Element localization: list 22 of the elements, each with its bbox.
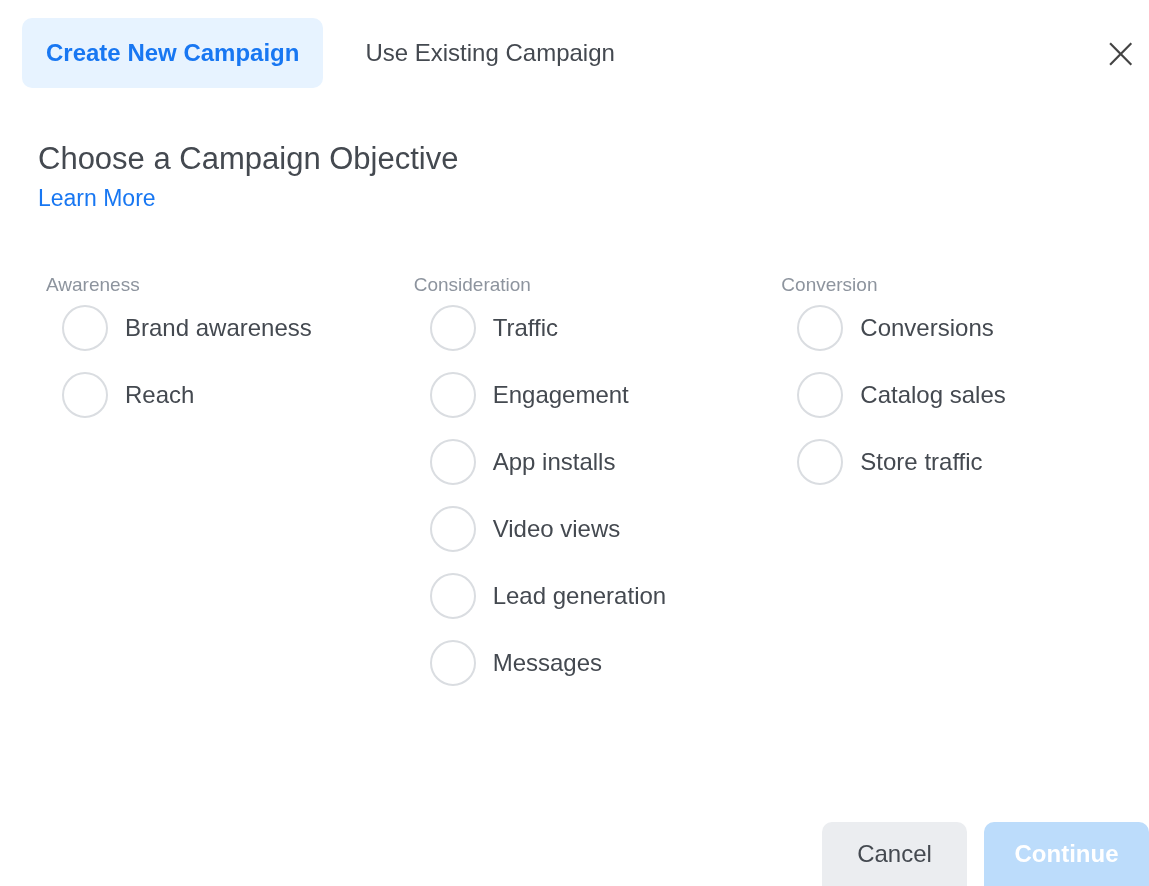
cancel-button[interactable]: Cancel xyxy=(822,822,967,886)
tab[interactable]: Use Existing Campaign xyxy=(331,18,649,88)
group-heading: Consideration xyxy=(413,273,532,298)
objective-option[interactable]: Traffic xyxy=(429,305,782,352)
objective-option[interactable]: Lead generation xyxy=(429,573,782,620)
objective-option[interactable]: Video views xyxy=(429,506,782,553)
objective-option[interactable]: Engagement xyxy=(429,372,782,419)
close-button[interactable]: × xyxy=(1096,31,1145,75)
objective-option[interactable]: Conversions xyxy=(797,305,1149,352)
objective-option[interactable]: Reach xyxy=(62,372,414,419)
group-heading: Awareness xyxy=(46,273,141,298)
tab[interactable]: Create New Campaign xyxy=(22,18,324,88)
group-heading: Conversion xyxy=(781,273,879,298)
objective-option[interactable]: Catalog sales xyxy=(797,372,1149,419)
radio-button[interactable] xyxy=(62,305,108,352)
objective-option[interactable]: Brand awareness xyxy=(62,305,414,352)
objective-option[interactable]: Messages xyxy=(429,640,782,687)
dialog-title: Choose a Campaign Objective xyxy=(38,140,460,178)
objective-option[interactable]: Store traffic xyxy=(797,439,1149,486)
learn-more-link[interactable]: Learn More xyxy=(38,180,156,216)
radio-button[interactable] xyxy=(62,372,108,419)
objective-option[interactable]: App installs xyxy=(429,439,782,486)
